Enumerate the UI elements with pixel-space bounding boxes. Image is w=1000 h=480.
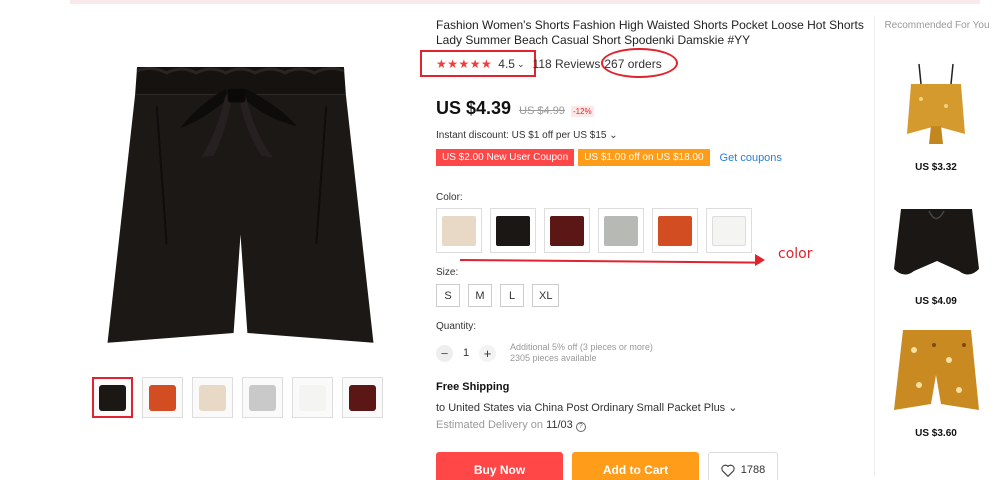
- quantity-value[interactable]: 1: [453, 347, 479, 359]
- quantity-stepper: − 1 + Additional 5% off (3 pieces or mor…: [436, 342, 653, 364]
- action-buttons: Buy Now Add to Cart 1788: [436, 452, 778, 480]
- reviews-link[interactable]: 118 Reviews: [533, 57, 601, 71]
- color-swatch: [604, 215, 638, 246]
- quantity-note: Additional 5% off (3 pieces or more) 230…: [510, 342, 653, 364]
- color-option-wine-red[interactable]: [544, 208, 590, 253]
- shipping-title: Free Shipping: [436, 381, 510, 393]
- wishlist-count: 1788: [740, 464, 766, 476]
- orders-count: 267 orders: [604, 57, 662, 71]
- black-shorts-image: [893, 208, 979, 275]
- rating-row: ★★★★★ 4.5 ⌄ 118 Reviews 267 orders: [436, 54, 662, 74]
- color-option-orange[interactable]: [652, 208, 698, 253]
- color-arrow-line: [459, 259, 760, 264]
- delivery-date: 11/03: [546, 419, 573, 431]
- quantity-minus-button[interactable]: −: [436, 344, 453, 362]
- quantity-label: Quantity:: [436, 321, 477, 332]
- floral-shorts-image: [893, 330, 979, 410]
- recommended-title: Recommended For You: [884, 20, 990, 31]
- new-user-coupon[interactable]: US $2.00 New User Coupon: [436, 149, 575, 166]
- recommended-price: US $4.09: [915, 296, 957, 307]
- gallery-thumbnail[interactable]: [92, 377, 133, 418]
- color-arrow-head: [755, 254, 765, 266]
- size-option-m[interactable]: M: [468, 284, 492, 307]
- price-row: US $4.39 US $4.99 -12%: [436, 98, 594, 119]
- sidebar-divider: [874, 16, 875, 476]
- gallery-thumbnail[interactable]: [242, 377, 283, 418]
- shorts-image: [107, 67, 374, 343]
- product-info: Fashion Women's Shorts Fashion High Wais…: [436, 18, 866, 480]
- size-option-l[interactable]: L: [500, 284, 524, 307]
- discount-badge: -12%: [570, 106, 594, 117]
- recommended-image[interactable]: [886, 52, 986, 156]
- stock-note: 2305 pieces available: [510, 353, 597, 363]
- color-option-gray[interactable]: [598, 208, 644, 253]
- get-coupons-link[interactable]: Get coupons: [720, 152, 782, 164]
- recommended-price: US $3.32: [915, 162, 957, 173]
- add-to-cart-button[interactable]: Add to Cart: [572, 452, 699, 480]
- gallery-thumbnail[interactable]: [342, 377, 383, 418]
- size-option-xl[interactable]: XL: [532, 284, 560, 307]
- rating-stars: ★★★★★: [436, 57, 493, 71]
- instant-discount[interactable]: Instant discount: US $1 off per US $15 ⌄: [436, 130, 618, 141]
- shipping-method[interactable]: to United States via China Post Ordinary…: [436, 401, 737, 414]
- delivery-prefix: Estimated Delivery on: [436, 419, 543, 431]
- rating-value[interactable]: 4.5: [498, 57, 515, 71]
- buy-now-button[interactable]: Buy Now: [436, 452, 563, 480]
- heart-icon: [721, 464, 735, 477]
- color-option-white[interactable]: [706, 208, 752, 253]
- thumbnail-strip: [92, 377, 383, 418]
- current-price: US $4.39: [436, 98, 512, 118]
- crop-top-image: [907, 63, 965, 144]
- size-options: S M L XL: [436, 284, 560, 307]
- main-product-image[interactable]: [78, 45, 403, 355]
- color-swatch: [550, 215, 584, 246]
- recommended-item[interactable]: US $3.60: [886, 318, 986, 439]
- recommended-price: US $3.60: [915, 428, 957, 439]
- color-label: Color:: [436, 192, 463, 203]
- coupon-row: US $2.00 New User Coupon US $1.00 off on…: [436, 149, 782, 166]
- color-swatch: [442, 215, 476, 246]
- thumbnail-swatch: [249, 384, 276, 411]
- gallery-thumbnail[interactable]: [292, 377, 333, 418]
- estimated-delivery: Estimated Delivery on 11/03 ?: [436, 419, 586, 432]
- size-option-s[interactable]: S: [436, 284, 460, 307]
- color-option-black[interactable]: [490, 208, 536, 253]
- recommended-image[interactable]: [886, 186, 986, 290]
- original-price: US $4.99: [519, 105, 565, 117]
- thumbnail-swatch: [349, 384, 376, 411]
- color-swatch: [496, 215, 530, 246]
- recommended-image[interactable]: [886, 318, 986, 422]
- color-swatch: [712, 215, 746, 246]
- thumbnail-swatch: [199, 384, 226, 411]
- thumbnail-swatch: [299, 384, 326, 411]
- bulk-discount-note: Additional 5% off (3 pieces or more): [510, 342, 653, 352]
- gallery-thumbnail[interactable]: [142, 377, 183, 418]
- wishlist-button[interactable]: 1788: [708, 452, 778, 480]
- color-option-beige[interactable]: [436, 208, 482, 253]
- product-title: Fashion Women's Shorts Fashion High Wais…: [436, 18, 864, 47]
- recommended-item[interactable]: US $3.32: [886, 52, 986, 173]
- color-swatch: [658, 215, 692, 246]
- quantity-plus-button[interactable]: +: [479, 344, 496, 362]
- color-options: [436, 208, 752, 253]
- thumbnail-swatch: [99, 384, 126, 411]
- store-coupon[interactable]: US $1.00 off on US $18.00: [578, 149, 710, 166]
- recommended-item[interactable]: US $4.09: [886, 186, 986, 307]
- gallery-thumbnail[interactable]: [192, 377, 233, 418]
- top-bar: [70, 0, 980, 4]
- thumbnail-swatch: [149, 384, 176, 411]
- rating-caret-icon[interactable]: ⌄: [517, 59, 525, 70]
- size-label: Size:: [436, 267, 459, 278]
- recommended-panel: Recommended For You US $3.32 US $4.09 US…: [884, 20, 990, 439]
- color-annotation: color: [778, 246, 813, 262]
- info-icon[interactable]: ?: [575, 422, 586, 432]
